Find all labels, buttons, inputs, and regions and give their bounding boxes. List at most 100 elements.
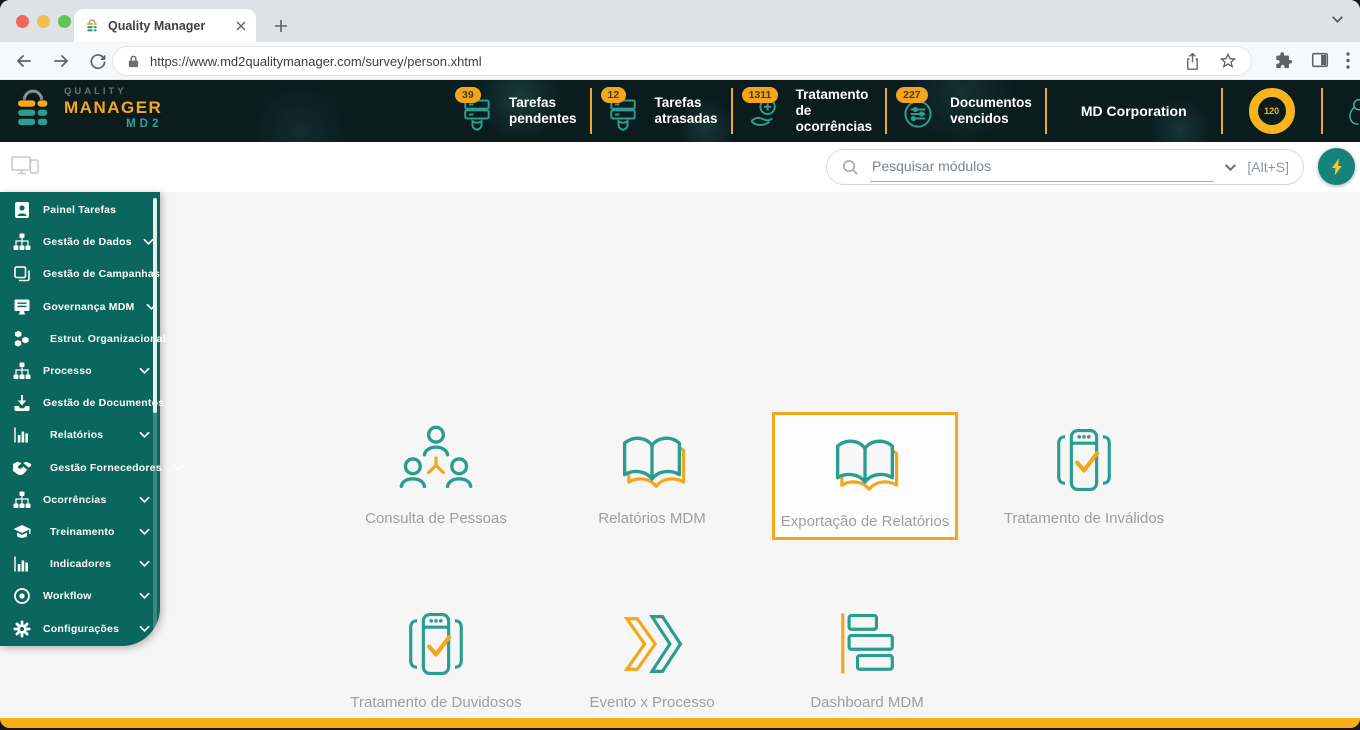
progress-ring[interactable]: 120: [1249, 88, 1295, 134]
logo-text-manager: MANAGER: [64, 98, 162, 118]
tab-close-icon[interactable]: [236, 21, 246, 31]
search-shortcut-hint: [Alt+S]: [1247, 159, 1289, 175]
sidebar-item-gesta-o-de-dados[interactable]: Gestão de Dados: [0, 226, 160, 258]
sidebar-item-processo[interactable]: Processo: [0, 355, 160, 387]
sitemap-icon: [12, 361, 32, 381]
back-button[interactable]: [14, 51, 34, 71]
sidebar-item-treinamento[interactable]: Treinamento: [0, 516, 160, 548]
favicon: [84, 18, 100, 34]
bottom-accent-bar: [0, 718, 1360, 728]
window-zoom-button[interactable]: [58, 15, 71, 28]
search-chevron-icon[interactable]: [1224, 163, 1237, 172]
app-logo[interactable]: QUALITY MANAGER MD2: [10, 86, 162, 132]
bar-chart-icon: [12, 554, 32, 574]
window-minimize-button[interactable]: [37, 15, 50, 28]
url-text[interactable]: https://www.md2qualitymanager.com/survey…: [150, 54, 1184, 69]
sidebar-item-governanc-a-mdm[interactable]: Governança MDM: [0, 291, 160, 323]
people-network-icon: [396, 420, 476, 500]
header-stats: 39 Tarefas pendentes 12 Tarefas atrasada…: [446, 80, 1360, 142]
logo-text-md2: MD2: [64, 118, 162, 131]
header-stat-tarefas-atrasadas[interactable]: 12 Tarefas atrasadas: [592, 92, 731, 130]
extensions-icon[interactable]: [1274, 50, 1294, 70]
separator: [1221, 88, 1223, 134]
cards-check-icon: [396, 604, 476, 684]
reload-button[interactable]: [88, 51, 107, 71]
share-icon[interactable]: [1184, 52, 1201, 71]
header-stat-tarefas-pendentes[interactable]: 39 Tarefas pendentes: [446, 92, 590, 130]
bar-chart-icon: [12, 425, 32, 445]
browser-tab[interactable]: Quality Manager: [74, 9, 256, 42]
module-label: Relatórios MDM: [598, 510, 706, 527]
board-icon: [12, 297, 32, 317]
browser-toolbar: https://www.md2qualitymanager.com/survey…: [0, 42, 1360, 80]
sidebar-item-indicadores[interactable]: Indicadores: [0, 548, 160, 580]
stat-count-badge: 39: [455, 87, 481, 103]
sidebar-item-gesta-o-ornecedores[interactable]: Gestão Fornecedores: [0, 452, 160, 484]
ring-value: 120: [1264, 106, 1279, 116]
devices-icon[interactable]: [10, 153, 40, 184]
tabstrip-chevron-icon[interactable]: [1331, 15, 1344, 24]
sidebar-item-ocorre-ncias[interactable]: Ocorrências: [0, 484, 160, 516]
circle-sliders-icon: 227: [900, 92, 940, 130]
chevron-down-icon: [139, 367, 150, 375]
stat-count-badge: 227: [896, 87, 928, 103]
company-name[interactable]: MD Corporation: [1047, 103, 1221, 119]
sitemap-icon: [12, 232, 32, 252]
logo-icon: [10, 86, 56, 132]
sidebar-item-gesta-o-de-docmentos[interactable]: Gestão de Documentos: [0, 387, 160, 419]
tasks-icon: 12: [605, 92, 645, 130]
window-controls: [16, 15, 71, 28]
chevron-down-icon: [139, 592, 150, 600]
module-tile-conslta-de-pessoas[interactable]: Consulta de Pessoas: [343, 412, 529, 540]
sidebar-item-gesta-o-de-campanhas[interactable]: Gestão de Campanhas: [0, 258, 160, 290]
open-book-icon: [612, 420, 692, 500]
new-tab-button[interactable]: [268, 13, 294, 39]
chevron-down-icon: [139, 528, 150, 536]
browser-window: Quality Manager https://www.md2qualityma…: [0, 0, 1360, 728]
module-tile-tratamento-de-inva-lidos[interactable]: Tratamento de Inválidos: [991, 412, 1177, 540]
module-search-field[interactable]: Pesquisar módulos [Alt+S]: [826, 149, 1304, 185]
sitemap-icon: [12, 490, 32, 510]
graduation-cap-icon: [12, 522, 32, 542]
user-avatar-icon: [1345, 96, 1360, 127]
sidebar-item-conigrac-o-es[interactable]: Configurações: [0, 612, 160, 644]
module-tile-tratamento-de-dvidosos[interactable]: Tratamento de Duvidosos: [343, 596, 529, 724]
cubes-icon: [12, 329, 32, 349]
module-label: Tratamento de Duvidosos: [350, 694, 521, 711]
module-tile-evento-x-processo[interactable]: Evento x Processo: [559, 596, 745, 724]
sidebar-scrollbar-thumb[interactable]: [153, 198, 157, 413]
side-panel-icon[interactable]: [1310, 50, 1330, 70]
user-menu[interactable]: Willian: [1323, 96, 1360, 127]
module-label: Dashboard MDM: [810, 694, 923, 711]
double-chevron-icon: [612, 604, 692, 684]
app-header: QUALITY MANAGER MD2 39 Tarefas pendentes…: [0, 80, 1360, 142]
module-label: Tratamento de Inválidos: [1004, 510, 1164, 527]
copy-icon: [12, 264, 32, 284]
sidebar: Painel Tarefas Gestão de Dados Gestão de…: [0, 192, 160, 646]
chevron-down-icon: [139, 560, 150, 568]
address-bar[interactable]: https://www.md2qualitymanager.com/survey…: [112, 46, 1252, 76]
browser-menu-icon[interactable]: [1346, 52, 1350, 69]
open-book-icon: [825, 423, 905, 503]
logo-text-quality: QUALITY: [64, 87, 162, 98]
bookmark-star-icon[interactable]: [1219, 52, 1237, 70]
lock-icon: [127, 54, 140, 69]
download-icon: [12, 393, 32, 413]
stat-count-badge: 12: [601, 87, 627, 103]
header-stat-tratamento de-ocorrências[interactable]: 1311 Tratamento de ocorrências: [733, 87, 886, 135]
header-stat-documentos-vencidos[interactable]: 227 Documentos vencidos: [887, 92, 1045, 130]
module-tile-dashboard-mdm[interactable]: Dashboard MDM: [774, 596, 960, 724]
chevron-down-icon: [139, 496, 150, 504]
cards-check-icon: [1044, 420, 1124, 500]
quick-action-button[interactable]: [1318, 148, 1355, 185]
sidebar-item-worklow[interactable]: Workflow: [0, 580, 160, 612]
sidebar-item-estrt-organizacional[interactable]: Estrut. Organizacional: [0, 323, 160, 355]
chevron-down-icon: [173, 464, 184, 472]
sidebar-item-painel-tareas[interactable]: Painel Tarefas: [0, 194, 160, 226]
module-tile-exportac-a-o-de-relato-rios[interactable]: Exportação de Relatórios: [772, 412, 958, 540]
module-label: Evento x Processo: [589, 694, 714, 711]
forward-button[interactable]: [51, 51, 71, 71]
module-tile-relato-rios-mdm[interactable]: Relatórios MDM: [559, 412, 745, 540]
window-close-button[interactable]: [16, 15, 29, 28]
sidebar-item-relato-rios[interactable]: Relatórios: [0, 419, 160, 451]
